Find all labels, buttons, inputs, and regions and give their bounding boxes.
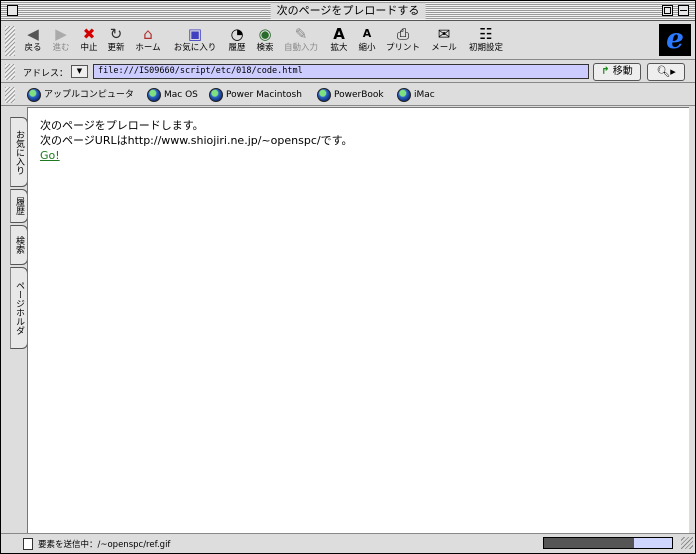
print-button[interactable]: ⎙ プリント [383,25,423,59]
next-url-message: 次のページURLはhttp://www.shiojiri.ne.jp/~open… [40,134,353,147]
home-button[interactable]: ⌂ ホーム [132,25,164,59]
mail-button[interactable]: ✉ メール [428,25,460,59]
text-larger-button[interactable]: A 拡大 [327,25,351,59]
refresh-button[interactable]: ↻ 更新 [104,25,128,59]
search-icon: ◉ [258,25,272,43]
preload-message: 次のページをプレロードします。 [40,119,204,132]
chevron-down-icon: ▼ [76,67,83,75]
zoom-box[interactable] [662,5,673,16]
toolbar: ◀ 戻る ▶ 進む ✖ 中止 ↻ 更新 ⌂ ホーム ▣ お気に入り ◔ 履歴 ◉ [1,22,695,60]
forward-arrow-icon: ▶ [55,25,67,43]
favorites-button[interactable]: ▣ お気に入り [169,25,221,59]
go-arrow-icon: ↱ [601,66,610,77]
ie-logo-icon: e [659,24,691,56]
favorite-power-macintosh[interactable]: Power Macintosh [209,87,302,103]
page-content: 次のページをプレロードします。 次のページURLはhttp://www.shio… [27,107,689,533]
forward-button[interactable]: ▶ 進む [49,25,73,59]
text-smaller-icon: A [362,27,372,40]
favorite-macos[interactable]: Mac OS [147,87,198,103]
title-bar[interactable]: 次のページをプレロードする [1,1,695,21]
favorite-powerbook[interactable]: PowerBook [317,87,384,103]
tab-history[interactable]: 履歴 [10,189,28,223]
refresh-icon: ↻ [109,25,123,43]
globe-icon [209,87,223,102]
favorite-imac[interactable]: iMac [397,87,435,103]
favorites-grip[interactable] [5,87,15,103]
stop-button[interactable]: ✖ 中止 [77,25,101,59]
address-label: アドレス： [23,69,69,79]
search-button[interactable]: ◉ 検索 [253,25,277,59]
globe-icon [317,87,331,102]
address-input[interactable]: file:///IS09660/script/etc/018/code.html [93,64,589,79]
go-button[interactable]: ↱ 移動 [593,63,641,81]
magnifier-icon: 🔍︎▸ [656,65,676,78]
address-bar: アドレス： ▼ file:///IS09660/script/etc/018/c… [1,61,695,83]
resize-handle[interactable] [681,537,693,549]
globe-icon [147,87,161,102]
text-smaller-button[interactable]: A 縮小 [355,25,379,59]
favorite-apple[interactable]: アップルコンピュータ [27,87,134,103]
back-arrow-icon: ◀ [27,25,39,43]
text-larger-icon: A [333,25,345,43]
go-label: 移動 [612,66,633,77]
history-icon: ◔ [230,25,244,43]
home-icon: ⌂ [143,25,153,43]
progress-bar [543,537,673,549]
print-icon: ⎙ [396,25,409,43]
go-link[interactable]: Go! [40,149,60,162]
search-menu-button[interactable]: 🔍︎▸ [647,63,685,81]
mail-icon: ✉ [437,25,451,43]
page-icon [23,538,33,550]
address-history-dropdown[interactable]: ▼ [71,65,88,78]
preferences-icon: ☷ [479,25,493,43]
explorer-bar-tabs: お気に入り 履歴 検索 ページホルダ [1,107,28,533]
status-bar: 要素を送信中：/~openspc/ref.gif [1,533,695,553]
status-text: 要素を送信中：/~openspc/ref.gif [38,540,171,550]
close-box[interactable] [7,5,18,16]
toolbar-grip[interactable] [5,26,15,56]
window-title: 次のページをプレロードする [270,3,426,19]
back-button[interactable]: ◀ 戻る [21,25,45,59]
globe-icon [27,87,41,102]
address-grip[interactable] [5,64,15,80]
autofill-icon: ✎ [294,25,308,43]
favorites-bar: アップルコンピュータ Mac OS Power Macintosh PowerB… [1,84,695,106]
globe-icon [397,87,411,102]
tab-favorites[interactable]: お気に入り [10,117,28,187]
preferences-button[interactable]: ☷ 初期設定 [465,25,507,59]
stop-icon: ✖ [82,25,96,43]
autofill-button[interactable]: ✎ 自動入力 [281,25,321,59]
history-button[interactable]: ◔ 履歴 [225,25,249,59]
tab-search[interactable]: 検索 [10,225,28,265]
progress-fill [544,538,634,548]
tab-page-holder[interactable]: ページホルダ [10,267,28,349]
favorites-icon: ▣ [187,25,203,43]
browser-window: 次のページをプレロードする ◀ 戻る ▶ 進む ✖ 中止 ↻ 更新 ⌂ ホーム … [0,0,696,554]
collapse-box[interactable] [678,5,689,16]
